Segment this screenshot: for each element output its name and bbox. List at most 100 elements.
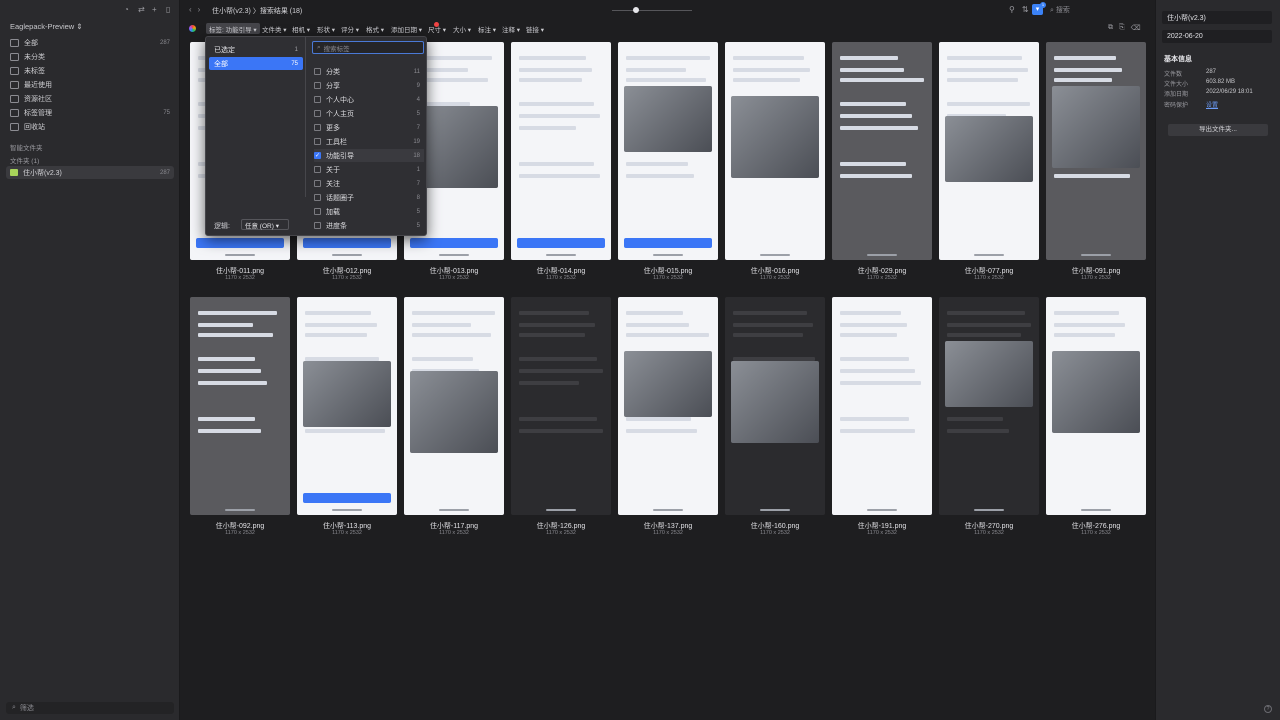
logic-select[interactable]: 任意 (OR) ▾ [241,219,289,230]
collapse-icon[interactable]: ⧉ [1108,24,1113,32]
thumbnail-image[interactable] [1046,42,1146,260]
folder-name-field[interactable]: 住小帮(v2.3) [1162,11,1272,24]
filter-chip-tag[interactable]: 标签: 功能引导 ▾ [206,23,260,34]
checkbox-icon[interactable] [314,166,321,173]
thumbnail-card[interactable]: 住小帮-113.png 1170 x 2532 [297,297,397,537]
help-icon[interactable]: ? [1264,705,1272,713]
pin-icon[interactable]: ⚲ [1009,5,1015,14]
thumbnail-card[interactable]: 住小帮-091.png 1170 x 2532 [1046,42,1146,282]
thumbnail-image[interactable] [832,42,932,260]
sidebar-item-untagged[interactable]: 未标签 [6,64,174,78]
thumbnail-card[interactable]: 住小帮-276.png 1170 x 2532 [1046,297,1146,537]
filter-chip-camera[interactable]: 相机 ▾ [292,23,310,34]
thumbnail-card[interactable]: 住小帮-015.png 1170 x 2532 [618,42,718,282]
export-folder-button[interactable]: 导出文件夹... [1168,124,1268,136]
thumbnail-card[interactable]: 住小帮-029.png 1170 x 2532 [832,42,932,282]
scope-selected[interactable]: 已选定 1 [209,43,303,56]
thumbnail-card[interactable]: 住小帮-126.png 1170 x 2532 [511,297,611,537]
thumbnail-image[interactable] [725,42,825,260]
filter-chip-dimensions[interactable]: 尺寸 ▾ [428,23,446,34]
thumbnail-card[interactable]: 住小帮-014.png 1170 x 2532 [511,42,611,282]
folder-item[interactable]: 住小帮(v2.3) 287 [6,166,174,179]
thumbnail-image[interactable] [725,297,825,515]
thumbnail-image[interactable] [939,297,1039,515]
sidebar-item-uncategorized[interactable]: 未分类 [6,50,174,64]
tag-option[interactable]: ✓ 功能引导 18 [314,149,424,162]
thumbnail-card[interactable]: 住小帮-092.png 1170 x 2532 [190,297,290,537]
library-switcher[interactable]: Eaglepack-Preview ⇕ [10,22,83,31]
tag-option[interactable]: 工具栏 19 [314,135,424,148]
tag-option[interactable]: 关注 7 [314,177,424,190]
thumbnail-image[interactable] [190,297,290,515]
filter-chip-format[interactable]: 格式 ▾ [366,23,384,34]
thumbnail-image[interactable] [511,42,611,260]
thumbnail-card[interactable]: 住小帮-270.png 1170 x 2532 [939,297,1039,537]
filter-chip-notes[interactable]: 注释 ▾ [502,23,520,34]
checkbox-icon[interactable] [314,138,321,145]
sidebar-item-all[interactable]: 全部 287 [6,36,174,50]
bell-icon[interactable]: ◔ [124,6,132,14]
clear-filter-icon[interactable]: ⌫ [1131,24,1141,32]
folders-heading[interactable]: 文件夹 (1) [10,155,39,165]
thumbnail-image[interactable] [618,297,718,515]
tag-option[interactable]: 话题圈子 8 [314,191,424,204]
checkbox-icon[interactable] [314,222,321,229]
sidebar-item-community[interactable]: 资源社区 [6,92,174,106]
checkbox-icon[interactable] [314,96,321,103]
search-input[interactable]: ⌕ 搜索 [1050,5,1070,15]
checkbox-icon[interactable] [314,124,321,131]
checkbox-icon[interactable] [314,110,321,117]
checkbox-icon[interactable] [314,208,321,215]
sidebar-item-recent[interactable]: 最近使用 [6,78,174,92]
sync-icon[interactable]: ⇄ [138,6,146,14]
thumbnail-card[interactable]: 住小帮-137.png 1170 x 2532 [618,297,718,537]
thumbnail-card[interactable]: 住小帮-160.png 1170 x 2532 [725,297,825,537]
filter-chip-link[interactable]: 链接 ▾ [526,23,544,34]
smart-folders-heading[interactable]: 智能文件夹 [10,142,43,152]
breadcrumb[interactable]: 住小帮(v2.3) 〉搜索结果 (18) [212,6,302,16]
zoom-slider-handle[interactable] [633,7,639,13]
thumbnail-image[interactable] [832,297,932,515]
add-icon[interactable]: + [152,6,160,14]
filter-chip-shape[interactable]: 形状 ▾ [317,23,335,34]
thumbnail-card[interactable]: 住小帮-117.png 1170 x 2532 [404,297,504,537]
checkbox-checked-icon[interactable]: ✓ [314,152,321,159]
forward-icon[interactable]: › [198,5,207,14]
scope-all[interactable]: 全部 75 [209,57,303,70]
zoom-slider[interactable] [612,10,692,11]
checkbox-icon[interactable] [314,68,321,75]
tag-search-input[interactable]: ⌕ 搜索标签 [312,41,424,54]
filter-chip-date-added[interactable]: 添加日期 ▾ [391,23,422,34]
sidebar-filter-input[interactable]: ⌕ 筛选 [6,702,174,714]
checkbox-icon[interactable] [314,194,321,201]
thumbnail-card[interactable]: 住小帮-077.png 1170 x 2532 [939,42,1039,282]
thumbnail-image[interactable] [618,42,718,260]
filter-chip-rating[interactable]: 评分 ▾ [341,23,359,34]
sort-icon[interactable]: ⇅ [1022,5,1029,14]
tag-option[interactable]: 分享 9 [314,79,424,92]
thumbnail-image[interactable] [404,297,504,515]
checkbox-icon[interactable] [314,82,321,89]
folder-date-field[interactable]: 2022-06-20 [1162,30,1272,43]
tag-option[interactable]: 分类 11 [314,65,424,78]
filter-chip-filetype[interactable]: 文件类 ▾ [262,23,287,34]
sidebar-item-tag-manager[interactable]: 标签管理 75 [6,106,174,120]
thumbnail-card[interactable]: 住小帮-016.png 1170 x 2532 [725,42,825,282]
tag-option[interactable]: 进度条 5 [314,219,424,232]
sidebar-item-trash[interactable]: 回收站 [6,120,174,134]
checkbox-icon[interactable] [314,180,321,187]
thumbnail-image[interactable] [297,297,397,515]
password-set-link[interactable]: 设置 [1206,100,1218,109]
tag-option[interactable]: 更多 7 [314,121,424,134]
tag-option[interactable]: 关于 1 [314,163,424,176]
filter-chip-annotation[interactable]: 标注 ▾ [478,23,496,34]
thumbnail-card[interactable]: 住小帮-191.png 1170 x 2532 [832,297,932,537]
tag-option[interactable]: 个人主页 5 [314,107,424,120]
thumbnail-image[interactable] [511,297,611,515]
save-filter-icon[interactable]: ⎘ [1119,24,1125,32]
color-filter-icon[interactable] [189,25,196,32]
thumbnail-image[interactable] [939,42,1039,260]
tag-option[interactable]: 加载 5 [314,205,424,218]
tag-option[interactable]: 个人中心 4 [314,93,424,106]
back-icon[interactable]: ‹ [189,5,198,14]
